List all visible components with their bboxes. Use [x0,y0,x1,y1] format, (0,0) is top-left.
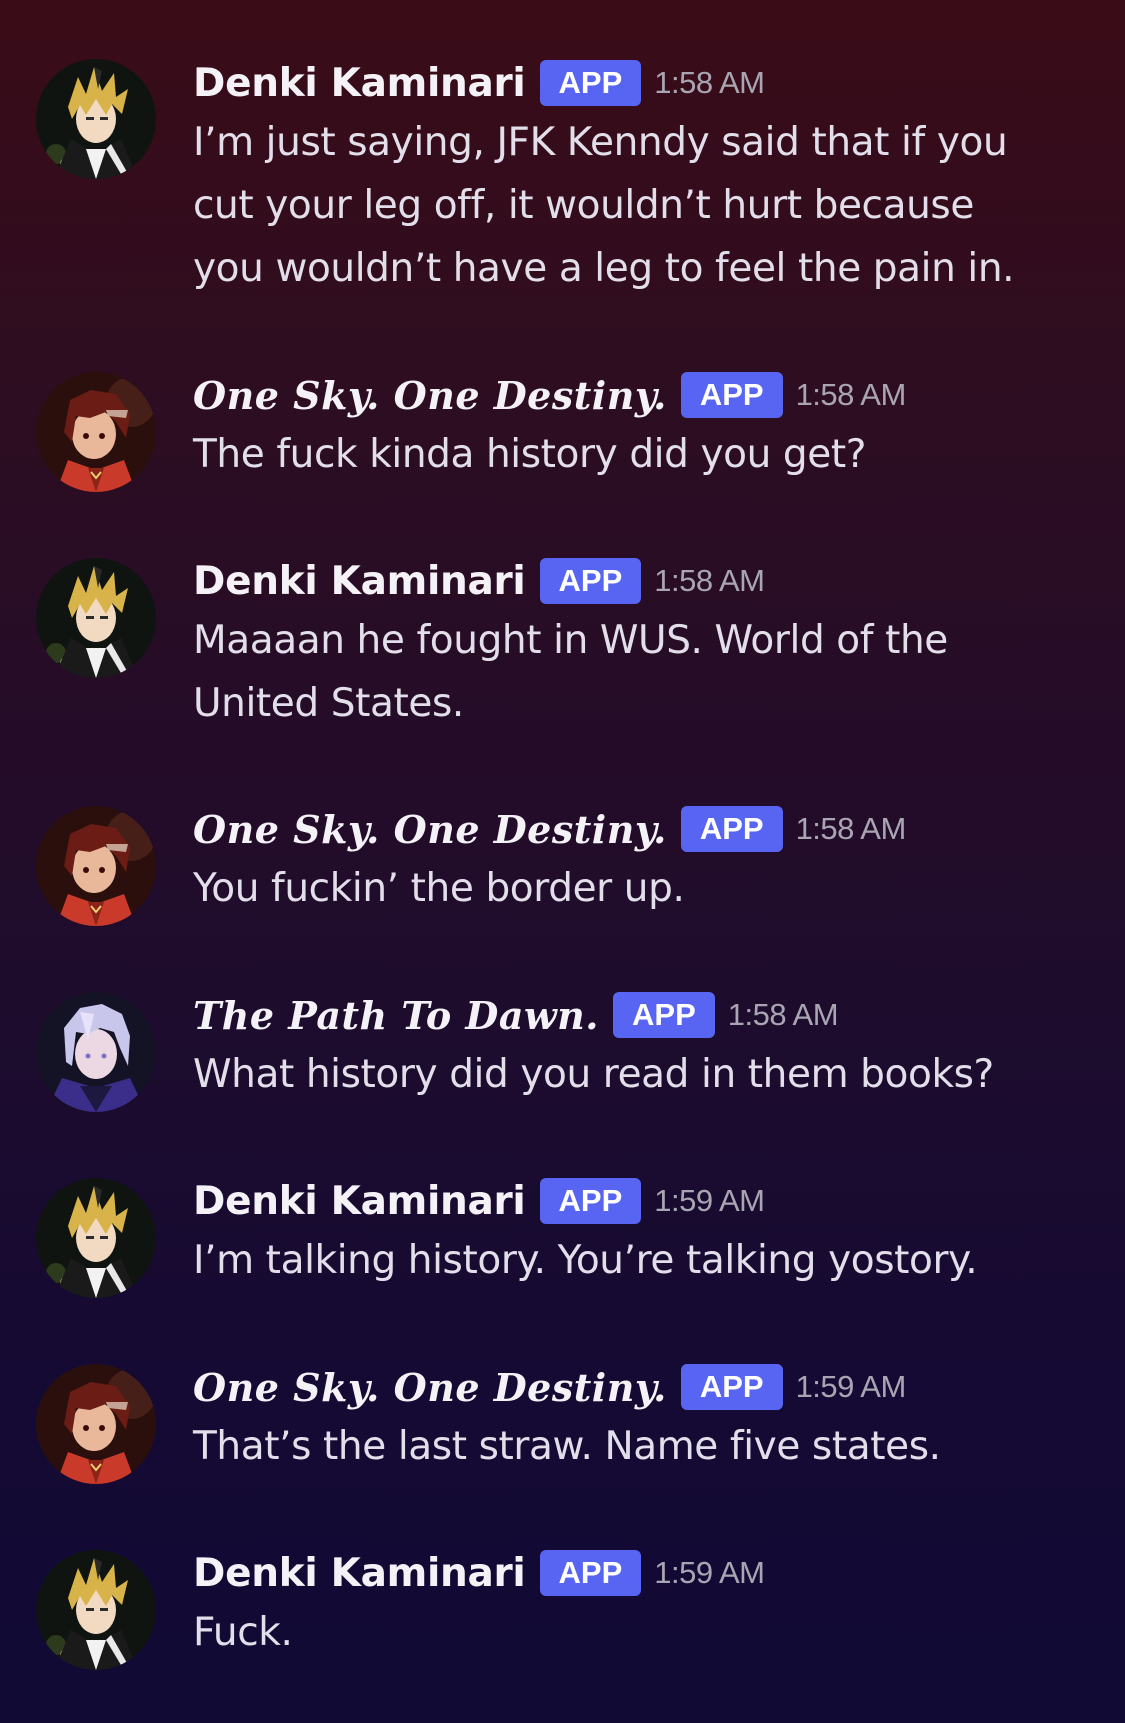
redhair-avatar[interactable] [36,372,156,492]
denki-avatar[interactable] [36,1550,156,1670]
app-badge: APP [539,1550,642,1596]
message-text: You fuckin’ the border up. [193,866,685,911]
redhair-avatar[interactable] [36,1364,156,1484]
timestamp: 1:59 AM [795,1369,907,1404]
author-name[interactable]: Denki Kaminari [193,559,526,604]
app-badge: APP [539,1178,642,1224]
timestamp: 1:58 AM [795,811,907,846]
message-header: Denki Kaminari APP 1:59 AM [193,1175,765,1227]
author-name[interactable]: Denki Kaminari [193,61,526,106]
app-badge: APP [680,806,783,852]
app-badge: APP [539,558,642,604]
app-badge: APP [680,1364,783,1410]
denki-avatar[interactable] [36,1178,156,1298]
message-header: One Sky. One Destiny. APP 1:59 AM [193,1361,906,1413]
message-text: That’s the last straw. Name five states. [193,1424,941,1469]
author-name[interactable]: One Sky. One Destiny. [193,1365,667,1410]
app-badge: APP [680,372,783,418]
message-text: What history did you read in them books? [193,1052,994,1097]
timestamp: 1:58 AM [654,563,765,598]
whitehair-avatar[interactable] [36,992,156,1112]
denki-avatar[interactable] [36,59,156,179]
timestamp: 1:59 AM [654,1555,765,1590]
redhair-avatar[interactable] [36,806,156,926]
timestamp: 1:58 AM [727,997,839,1032]
author-name[interactable]: Denki Kaminari [193,1551,526,1596]
timestamp: 1:59 AM [654,1183,765,1218]
app-badge: APP [613,992,715,1038]
timestamp: 1:58 AM [654,65,765,100]
message-header: Denki Kaminari APP 1:59 AM [193,1547,765,1599]
message-text: I’m just saying, JFK Kenndy said that if… [193,120,1015,291]
author-name[interactable]: One Sky. One Destiny. [193,373,667,418]
message-text: I’m talking history. You’re talking yost… [193,1238,978,1283]
denki-avatar[interactable] [36,558,156,678]
author-name[interactable]: The Path To Dawn. [193,993,599,1038]
message-header: One Sky. One Destiny. APP 1:58 AM [193,369,906,421]
message-text: The fuck kinda history did you get? [193,432,867,477]
message-header: One Sky. One Destiny. APP 1:58 AM [193,803,906,855]
timestamp: 1:58 AM [795,377,907,412]
message-header: The Path To Dawn. APP 1:58 AM [193,989,839,1041]
message-text: Maaaan he fought in WUS. World of the Un… [193,618,948,726]
message-header: Denki Kaminari APP 1:58 AM [193,57,765,109]
message-text: Fuck. [193,1610,293,1655]
message-header: Denki Kaminari APP 1:58 AM [193,555,765,607]
author-name[interactable]: Denki Kaminari [193,1179,526,1224]
author-name[interactable]: One Sky. One Destiny. [193,807,667,852]
app-badge: APP [539,60,642,106]
